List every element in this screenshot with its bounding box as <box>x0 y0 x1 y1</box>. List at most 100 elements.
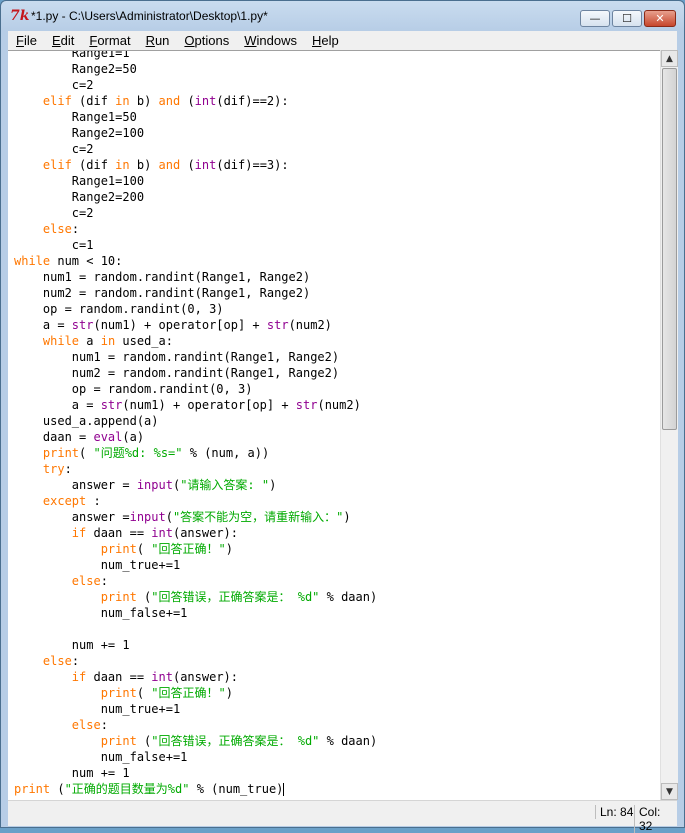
code-token-kw: elif <box>42 94 72 108</box>
arrow-up-icon: ▲ <box>666 53 673 64</box>
scroll-up-button[interactable]: ▲ <box>661 50 678 67</box>
close-button[interactable]: ✕ <box>644 10 676 27</box>
code-line[interactable]: Range1=1 <box>14 51 377 61</box>
code-token: : <box>100 718 108 732</box>
code-text[interactable]: Range1=1 Range2=50 c=2 elif (dif in b) a… <box>14 51 378 797</box>
code-token: num < 10: <box>50 254 123 268</box>
menu-run[interactable]: Run <box>138 33 177 48</box>
code-line[interactable]: num += 1 <box>14 637 377 653</box>
code-line[interactable]: a = str(num1) + operator[op] + str(num2) <box>14 317 377 333</box>
code-line[interactable]: print ("回答错误，正确答案是： %d" % daan) <box>14 733 378 749</box>
code-line[interactable]: elif (dif in b) and (int(dif)==2): <box>14 93 377 109</box>
menu-edit[interactable]: Edit <box>44 33 81 48</box>
code-line[interactable]: else: <box>14 573 377 589</box>
code-token: : <box>100 574 108 588</box>
menu-options[interactable]: Options <box>176 33 236 48</box>
code-token-kw: else <box>71 574 101 588</box>
code-line[interactable]: except : <box>14 493 377 509</box>
code-token: num_true+=1 <box>14 702 181 716</box>
code-token: Range2=100 <box>14 126 145 140</box>
code-line[interactable]: c=1 <box>14 237 377 253</box>
code-line[interactable]: daan = eval(a) <box>14 429 377 445</box>
code-line[interactable]: answer =input("答案不能为空，请重新输入：") <box>14 509 377 525</box>
code-line[interactable]: num1 = random.randint(Range1, Range2) <box>14 269 377 285</box>
code-line[interactable]: a = str(num1) + operator[op] + str(num2) <box>14 397 377 413</box>
code-line[interactable]: if daan == int(answer): <box>14 669 377 685</box>
code-line[interactable]: while num < 10: <box>14 253 377 269</box>
code-line[interactable] <box>14 621 377 637</box>
code-line[interactable]: num2 = random.randint(Range1, Range2) <box>14 365 377 381</box>
code-line[interactable]: num1 = random.randint(Range1, Range2) <box>14 349 377 365</box>
code-line[interactable]: Range1=50 <box>14 109 377 125</box>
menu-file[interactable]: File <box>8 33 44 48</box>
menu-mnemonic: R <box>145 33 155 48</box>
code-token: (num1) + operator[op] + <box>93 318 267 332</box>
code-token-kw: else <box>42 222 72 236</box>
menu-help[interactable]: Help <box>304 33 346 48</box>
menu-windows[interactable]: Windows <box>236 33 304 48</box>
code-line[interactable]: c=2 <box>14 141 377 157</box>
code-token: num_false+=1 <box>14 750 188 764</box>
code-token-st: "回答错误，正确答案是： %d" <box>151 734 320 748</box>
code-line[interactable]: Range2=200 <box>14 189 377 205</box>
code-line[interactable]: num_false+=1 <box>14 749 377 765</box>
code-line[interactable]: c=2 <box>14 205 377 221</box>
code-line[interactable]: else: <box>14 653 377 669</box>
minimize-button[interactable]: — <box>580 10 610 27</box>
code-line[interactable]: if daan == int(answer): <box>14 525 377 541</box>
code-line[interactable]: num_true+=1 <box>14 557 377 573</box>
code-token: num_false+=1 <box>14 606 188 620</box>
code-token: answer = <box>14 478 137 492</box>
code-line[interactable]: Range2=100 <box>14 125 377 141</box>
code-token: : <box>64 462 72 476</box>
maximize-button[interactable]: ☐ <box>612 10 642 27</box>
code-line[interactable]: elif (dif in b) and (int(dif)==3): <box>14 157 377 173</box>
code-line[interactable]: op = random.randint(0, 3) <box>14 381 377 397</box>
vertical-scrollbar[interactable]: ▲ ▼ <box>660 50 678 800</box>
menu-format[interactable]: Format <box>81 33 137 48</box>
code-token-bi: input <box>136 478 173 492</box>
code-line[interactable]: print( "回答正确！") <box>14 685 377 701</box>
scroll-thumb[interactable] <box>662 68 677 430</box>
code-token-st: "回答错误，正确答案是： %d" <box>151 590 320 604</box>
code-token-bi: int <box>194 94 217 108</box>
code-line[interactable]: num_true+=1 <box>14 701 377 717</box>
menu-label-rest: ptions <box>194 33 230 48</box>
code-line[interactable]: print( "回答正确！") <box>14 541 377 557</box>
code-token-st: "回答正确！" <box>151 686 226 700</box>
code-line[interactable]: while a in used_a: <box>14 333 377 349</box>
code-line[interactable]: answer = input("请输入答案: ") <box>14 477 377 493</box>
code-line[interactable]: print( "问题%d: %s=" % (num, a)) <box>14 445 377 461</box>
code-line[interactable]: Range1=100 <box>14 173 377 189</box>
code-editor[interactable]: Range1=1 Range2=50 c=2 elif (dif in b) a… <box>8 50 660 801</box>
code-token: a = <box>14 318 72 332</box>
code-token: Range2=50 <box>14 62 137 76</box>
line-number-status: Ln: 84 <box>595 805 637 819</box>
code-line[interactable]: c=2 <box>14 77 377 93</box>
code-token-st: "回答正确！" <box>151 542 226 556</box>
code-line[interactable]: op = random.randint(0, 3) <box>14 301 377 317</box>
scroll-down-button[interactable]: ▼ <box>661 783 678 800</box>
code-line[interactable]: num2 = random.randint(Range1, Range2) <box>14 285 377 301</box>
idle-editor-window: 7k *1.py - C:\Users\Administrator\Deskto… <box>0 0 685 833</box>
code-line[interactable]: print ("正确的题目数量为%d" % (num_true) <box>14 781 377 797</box>
code-token: b) <box>129 94 159 108</box>
code-token-kw: print <box>100 734 137 748</box>
code-token-kw: in <box>115 94 130 108</box>
code-token: (answer): <box>172 670 238 684</box>
code-line[interactable]: else: <box>14 221 377 237</box>
code-line[interactable]: Range2=50 <box>14 61 377 77</box>
code-token: (dif <box>71 158 116 172</box>
code-line[interactable]: used_a.append(a) <box>14 413 377 429</box>
code-line[interactable]: num += 1 <box>14 765 377 781</box>
code-token-bi: str <box>71 318 94 332</box>
status-bar: Ln: 84 Col: 32 <box>8 800 677 833</box>
code-line[interactable]: print ("回答错误，正确答案是： %d" % daan) <box>14 589 378 605</box>
code-line[interactable]: try: <box>14 461 377 477</box>
title-bar[interactable]: 7k *1.py - C:\Users\Administrator\Deskto… <box>1 1 684 31</box>
code-line[interactable]: else: <box>14 717 377 733</box>
code-line[interactable]: num_false+=1 <box>14 605 377 621</box>
